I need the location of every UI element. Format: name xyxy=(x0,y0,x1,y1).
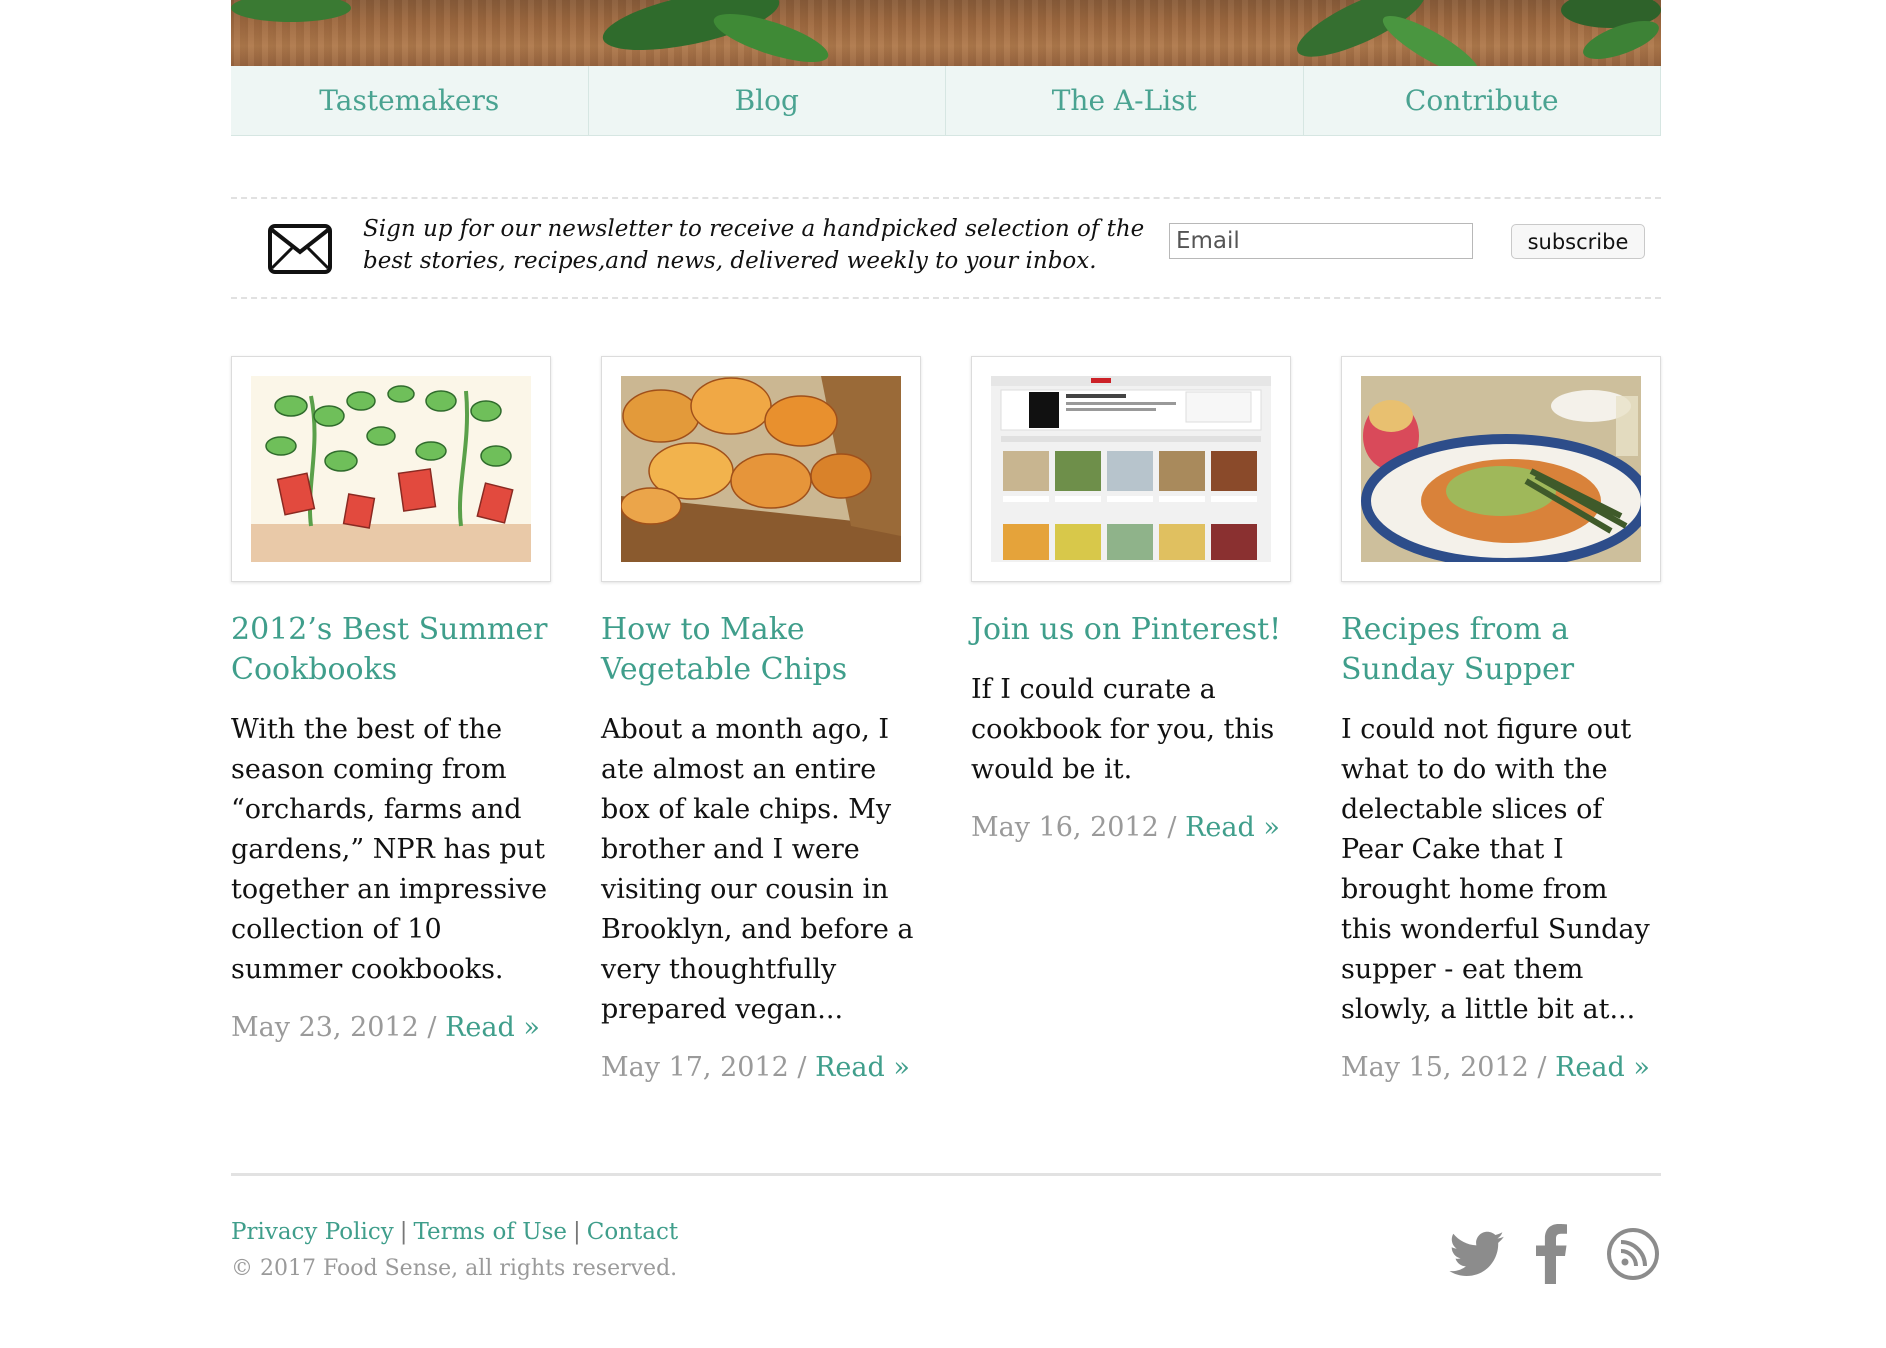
article-meta: May 23, 2012 / Read » xyxy=(231,1012,540,1043)
newsletter-text: Sign up for our newsletter to receive a … xyxy=(363,216,1145,274)
article-excerpt: If I could curate a cookbook for you, th… xyxy=(971,674,1275,785)
article-thumbnail[interactable] xyxy=(231,356,551,582)
email-input[interactable] xyxy=(1169,223,1473,259)
article-title[interactable]: 2012’s Best Summer Cookbooks xyxy=(231,610,551,690)
copyright: © 2017 Food Sense, all rights reserved. xyxy=(231,1256,678,1281)
article-excerpt: About a month ago, I ate almost an entir… xyxy=(601,714,914,1025)
read-more-link[interactable]: Read » xyxy=(445,1012,540,1043)
footer-divider xyxy=(231,1173,1661,1176)
nav-item-tastemakers[interactable]: Tastemakers xyxy=(231,66,589,136)
footer-separator: | xyxy=(573,1219,581,1245)
footer-links: Privacy Policy | Terms of Use | Contact xyxy=(231,1219,678,1245)
article-excerpt: With the best of the season coming from … xyxy=(231,714,548,985)
article-meta: May 16, 2012 / Read » xyxy=(971,812,1280,843)
read-more-link[interactable]: Read » xyxy=(1185,812,1280,843)
read-more-link[interactable]: Read » xyxy=(815,1052,910,1083)
newsletter-signup: Sign up for our newsletter to receive a … xyxy=(231,197,1661,299)
social-links xyxy=(1446,1222,1661,1284)
contact-link[interactable]: Contact xyxy=(587,1219,678,1245)
article-title[interactable]: How to Make Vegetable Chips xyxy=(601,610,921,690)
terms-of-use-link[interactable]: Terms of Use xyxy=(413,1219,567,1245)
main-nav: Tastemakers Blog The A-List Contribute xyxy=(231,66,1661,136)
article-title[interactable]: Recipes from a Sunday Supper xyxy=(1341,610,1661,690)
article-date: May 15, 2012 xyxy=(1341,1052,1529,1083)
facebook-icon[interactable] xyxy=(1530,1222,1570,1284)
envelope-icon xyxy=(268,224,332,274)
hero-banner-image xyxy=(231,0,1661,66)
privacy-policy-link[interactable]: Privacy Policy xyxy=(231,1219,394,1245)
article-thumbnail[interactable] xyxy=(971,356,1291,582)
article-meta: May 15, 2012 / Read » xyxy=(1341,1052,1650,1083)
article-card: How to Make Vegetable Chips About a mont… xyxy=(601,356,921,1083)
article-excerpt: I could not figure out what to do with t… xyxy=(1341,714,1650,1025)
nav-item-contribute[interactable]: Contribute xyxy=(1303,66,1661,136)
subscribe-button[interactable]: subscribe xyxy=(1511,224,1645,259)
rss-icon[interactable] xyxy=(1606,1227,1660,1281)
nav-item-a-list[interactable]: The A-List xyxy=(946,66,1304,136)
twitter-icon[interactable] xyxy=(1446,1230,1512,1280)
article-date: May 23, 2012 xyxy=(231,1012,419,1043)
article-meta: May 17, 2012 / Read » xyxy=(601,1052,910,1083)
article-thumbnail[interactable] xyxy=(601,356,921,582)
article-date: May 17, 2012 xyxy=(601,1052,789,1083)
footer-separator: | xyxy=(399,1219,408,1245)
nav-item-blog[interactable]: Blog xyxy=(588,66,946,136)
article-title[interactable]: Join us on Pinterest! xyxy=(971,610,1291,650)
article-date: May 16, 2012 xyxy=(971,812,1159,843)
article-card: Join us on Pinterest! If I could curate … xyxy=(971,356,1291,843)
article-card: Recipes from a Sunday Supper I could not… xyxy=(1341,356,1661,1083)
article-thumbnail[interactable] xyxy=(1341,356,1661,582)
article-card: 2012’s Best Summer Cookbooks With the be… xyxy=(231,356,551,1043)
read-more-link[interactable]: Read » xyxy=(1555,1052,1650,1083)
